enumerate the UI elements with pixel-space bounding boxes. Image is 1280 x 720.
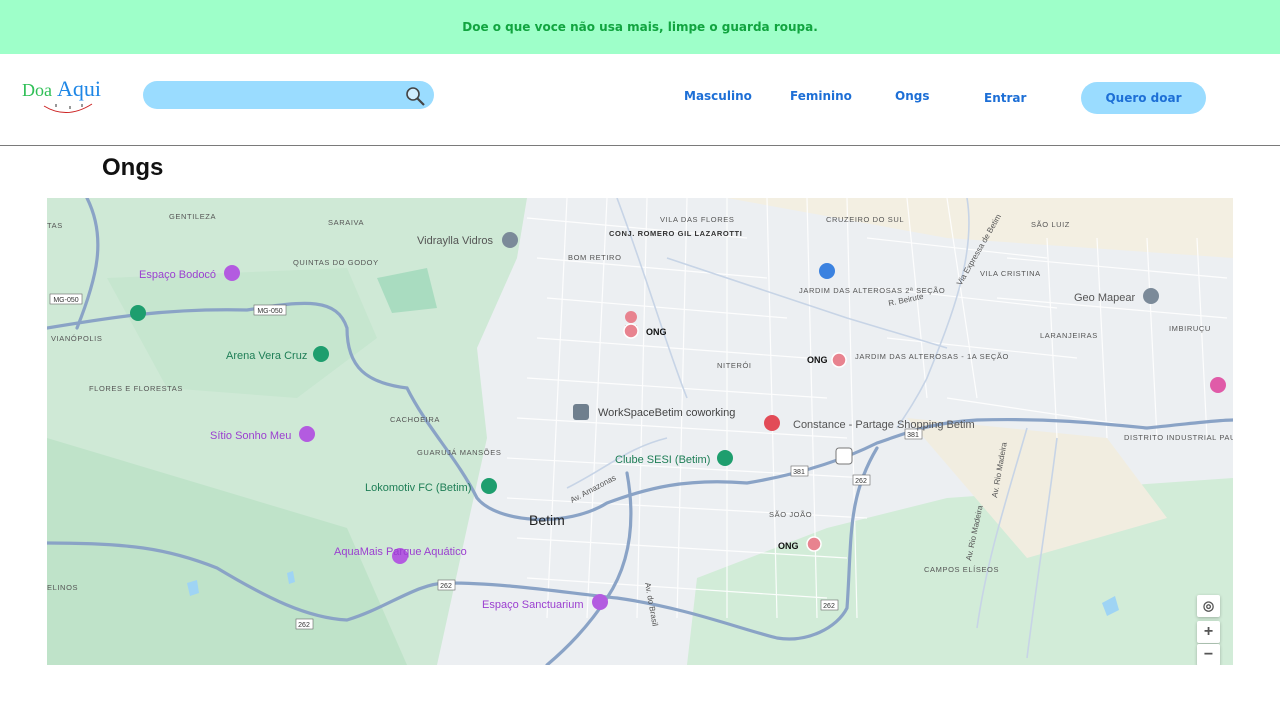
place-label: Espaço Bodocó: [139, 269, 216, 281]
leisure-icon: [224, 265, 240, 281]
transit-icon: [835, 447, 853, 465]
place-label: AquaMais Parque Aquático: [334, 546, 467, 558]
place-label: Geo Mapear: [1074, 292, 1135, 304]
my-location-button[interactable]: ◎: [1197, 595, 1220, 617]
place-icon: [502, 232, 518, 248]
shop-icon: [764, 415, 780, 431]
area-label: JARDIM DAS ALTEROSAS - 1A SEÇÃO: [855, 352, 1009, 361]
area-label: CONJ. ROMERO GIL LAZAROTTI: [609, 229, 742, 238]
ong-label: ONG: [807, 355, 828, 365]
place-icon: [1143, 288, 1159, 304]
park-icon: [481, 478, 497, 494]
place-label: Espaço Sanctuarium: [482, 599, 584, 611]
leisure-icon: [592, 594, 608, 610]
road-shield-text: MG-050: [257, 308, 282, 315]
page-title: Ongs: [102, 154, 164, 181]
area-label: TAS: [47, 221, 63, 230]
area-label: DISTRITO INDUSTRIAL PAULO CAMILO SUL: [1124, 433, 1233, 442]
ong-label: ONG: [646, 327, 667, 337]
site-header: Doa Aqui Masculino Feminino Ongs Entrar …: [0, 54, 1280, 146]
place-label: WorkSpaceBetim coworking: [598, 407, 735, 419]
road-shield-text: 262: [440, 583, 452, 590]
area-label: FLORES E FLORESTAS: [89, 384, 183, 393]
area-label: ELINOS: [47, 583, 78, 592]
office-icon: [573, 404, 589, 420]
crosshair-icon: ◎: [1202, 598, 1215, 613]
promo-banner-text: Doe o que voce não usa mais, limpe o gua…: [462, 20, 818, 34]
place-label: Lokomotiv FC (Betim): [365, 482, 471, 494]
search-icon[interactable]: [404, 85, 426, 107]
area-label: GUARUJÁ MANSÕES: [417, 448, 501, 457]
road-shield-text: 381: [907, 432, 919, 439]
place-label: Constance - Partage Shopping Betim: [793, 419, 975, 431]
road-shield-text: 262: [855, 478, 867, 485]
map-canvas[interactable]: MG-050 MG-050 381 381 262 262 262 262 Av…: [47, 198, 1233, 665]
area-label: VILA DAS FLORES: [660, 215, 734, 224]
nav-feminino-link[interactable]: Feminino: [790, 89, 852, 103]
area-label: NITERÓI: [717, 361, 752, 370]
area-label: SÃO LUIZ: [1031, 220, 1070, 229]
area-label: JARDIM DAS ALTEROSAS 2ª SEÇÃO: [799, 286, 945, 295]
logo[interactable]: Doa Aqui: [22, 76, 112, 116]
place-label: Sítio Sonho Meu: [210, 430, 291, 442]
sport-icon: [130, 305, 146, 321]
area-label: SARAIVA: [328, 218, 364, 227]
logo-swoosh-icon: [43, 103, 93, 113]
area-label: CRUZEIRO DO SUL: [826, 215, 904, 224]
road-shield-text: 262: [298, 622, 310, 629]
home-icon: [819, 263, 835, 279]
road-shield-text: 262: [823, 603, 835, 610]
area-label: VILA CRISTINA: [980, 269, 1041, 278]
nav-entrar-link[interactable]: Entrar: [984, 91, 1026, 105]
sport-icon: [313, 346, 329, 362]
place-label: Arena Vera Cruz: [226, 350, 307, 362]
zoom-out-button[interactable]: −: [1197, 644, 1220, 665]
place-label: Vidraylla Vidros: [417, 235, 494, 247]
area-label: QUINTAS DO GODOY: [293, 258, 379, 267]
quero-doar-button[interactable]: Quero doar: [1081, 82, 1206, 114]
place-label: Clube SESI (Betim): [615, 454, 710, 466]
area-label: GENTILEZA: [169, 212, 216, 221]
zoom-in-button[interactable]: +: [1197, 621, 1220, 643]
map[interactable]: MG-050 MG-050 381 381 262 262 262 262 Av…: [47, 198, 1233, 665]
ong-label: ONG: [778, 541, 799, 551]
area-label: CAMPOS ELÍSEOS: [924, 565, 999, 574]
city-label: Betim: [529, 512, 565, 528]
area-label: SÃO JOÃO: [769, 510, 812, 519]
search-input[interactable]: [143, 81, 434, 109]
plus-icon: +: [1203, 623, 1214, 640]
road-shield-text: 381: [793, 469, 805, 476]
area-label: LARANJEIRAS: [1040, 331, 1098, 340]
ong-pin[interactable]: ONG: [807, 352, 847, 368]
nav-masculino-link[interactable]: Masculino: [684, 89, 752, 103]
promo-banner: Doe o que voce não usa mais, limpe o gua…: [0, 0, 1280, 54]
nav-ongs-link[interactable]: Ongs: [895, 89, 929, 103]
hotel-icon: [1210, 377, 1226, 393]
minus-icon: −: [1203, 646, 1214, 663]
area-label: CACHOEIRA: [390, 415, 440, 424]
area-label: VIANÓPOLIS: [51, 334, 102, 343]
area-label: IMBIRUÇU: [1169, 324, 1211, 333]
sport-icon: [717, 450, 733, 466]
road-shield-text: MG-050: [53, 297, 78, 304]
area-label: BOM RETIRO: [568, 253, 622, 262]
leisure-icon: [299, 426, 315, 442]
